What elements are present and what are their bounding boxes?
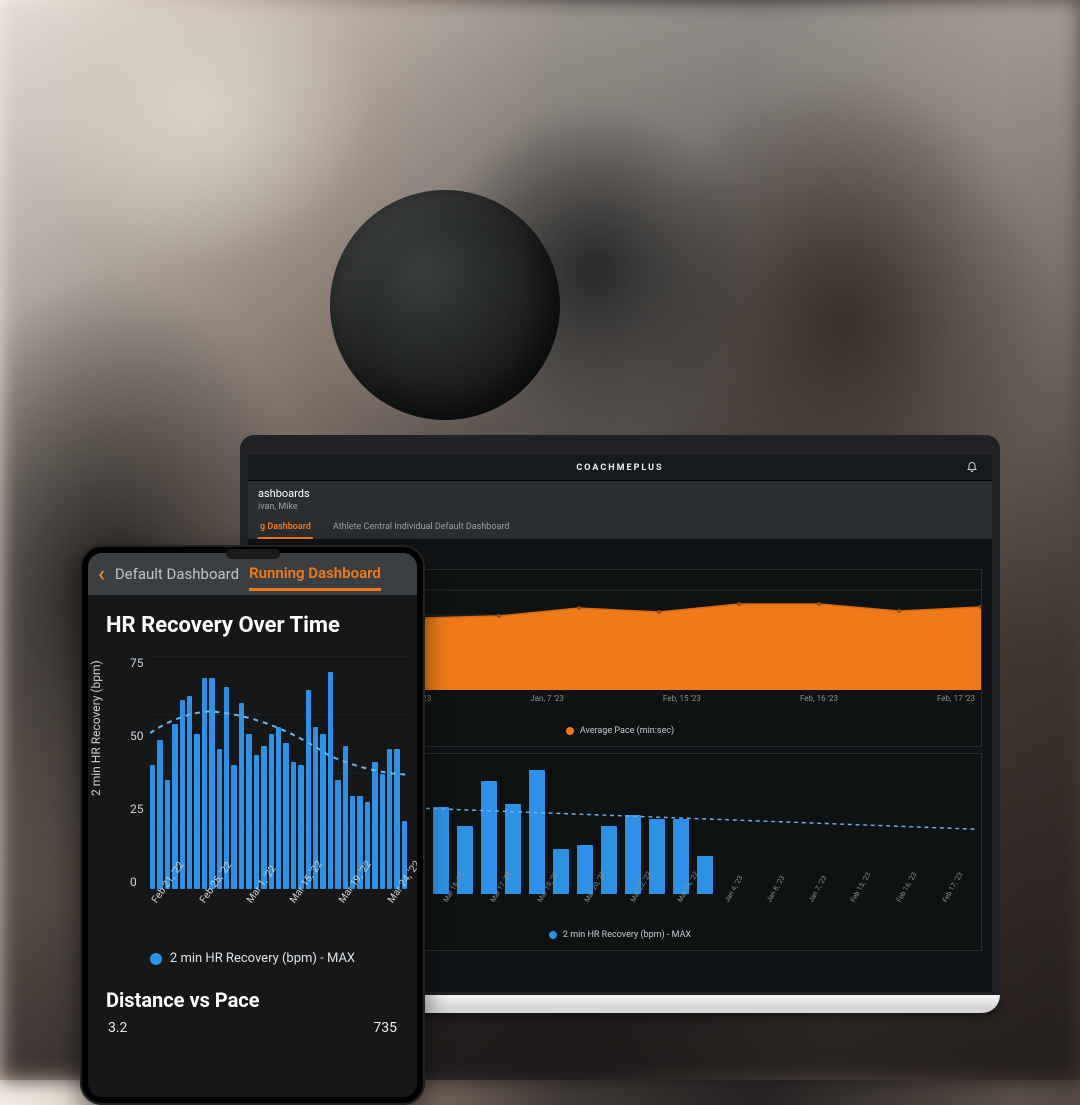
bar [291, 762, 296, 889]
bar [343, 746, 348, 889]
brand-logo: COACHMEPLUS [576, 463, 663, 473]
dumbbell-prop [330, 190, 560, 420]
bar [157, 740, 162, 889]
bar [194, 734, 199, 889]
bar [246, 734, 251, 889]
tab-running-dashboard[interactable]: Running Dashboard [249, 564, 381, 591]
tablet-device: ‹ Default Dashboard Running Dashboard HR… [80, 545, 425, 1105]
distance-vs-pace-title: Distance vs Pace [88, 966, 417, 1016]
bar [649, 819, 665, 894]
bar [254, 755, 259, 889]
bar [150, 765, 155, 889]
bar [529, 770, 545, 894]
bar [433, 807, 449, 894]
tab-default-dashboard[interactable]: Default Dashboard [115, 565, 239, 583]
distance-vs-pace-values: 3.2 735 [88, 1016, 417, 1036]
y-axis-ticks: 75 50 25 0 [130, 656, 144, 889]
bar [328, 672, 333, 889]
bar [187, 696, 192, 889]
breadcrumb: ivan, Mike [258, 502, 982, 512]
page-title: ashboards [258, 487, 982, 500]
back-icon[interactable]: ‹ [98, 562, 105, 587]
tablet-bars [150, 656, 407, 889]
y-axis-label: 2 min HR Recovery (bpm) [89, 660, 103, 796]
tablet-tabs: ‹ Default Dashboard Running Dashboard [88, 553, 417, 595]
hr-recovery-chart: 2 min HR Recovery (bpm) 75 50 25 0 Feb 2… [88, 648, 417, 943]
bar [481, 781, 497, 894]
app-topbar: COACHMEPLUS [248, 455, 992, 481]
bar [394, 749, 399, 889]
bar [283, 743, 288, 889]
bar [298, 765, 303, 889]
tablet-screen: ‹ Default Dashboard Running Dashboard HR… [88, 553, 417, 1097]
bar [239, 703, 244, 889]
pace-value: 735 [373, 1020, 397, 1036]
legend-dot-blue [549, 931, 557, 939]
dashboard-tabs: g Dashboard Athlete Central Individual D… [248, 516, 992, 540]
tab-running-dashboard[interactable]: g Dashboard [258, 516, 313, 539]
tablet-legend: 2 min HR Recovery (bpm) - MAX [88, 943, 417, 966]
chart-title: HR Recovery Over Time [88, 595, 417, 648]
tab-athlete-central[interactable]: Athlete Central Individual Default Dashb… [331, 516, 511, 539]
bar [180, 700, 185, 890]
bar [306, 690, 311, 889]
legend-dot-blue-icon [150, 953, 162, 965]
notifications-icon[interactable] [966, 460, 978, 475]
bar [276, 727, 281, 889]
tablet-xaxis: Feb 21, '22Feb 25, '22Mar 1, '22Mar 15, … [150, 893, 407, 943]
legend-dot-orange [566, 727, 574, 735]
bar [209, 678, 214, 889]
bar [601, 826, 617, 894]
bar [387, 749, 392, 889]
app-subheader: ashboards ivan, Mike [248, 481, 992, 516]
bar [202, 678, 207, 889]
distance-value: 3.2 [108, 1020, 127, 1036]
